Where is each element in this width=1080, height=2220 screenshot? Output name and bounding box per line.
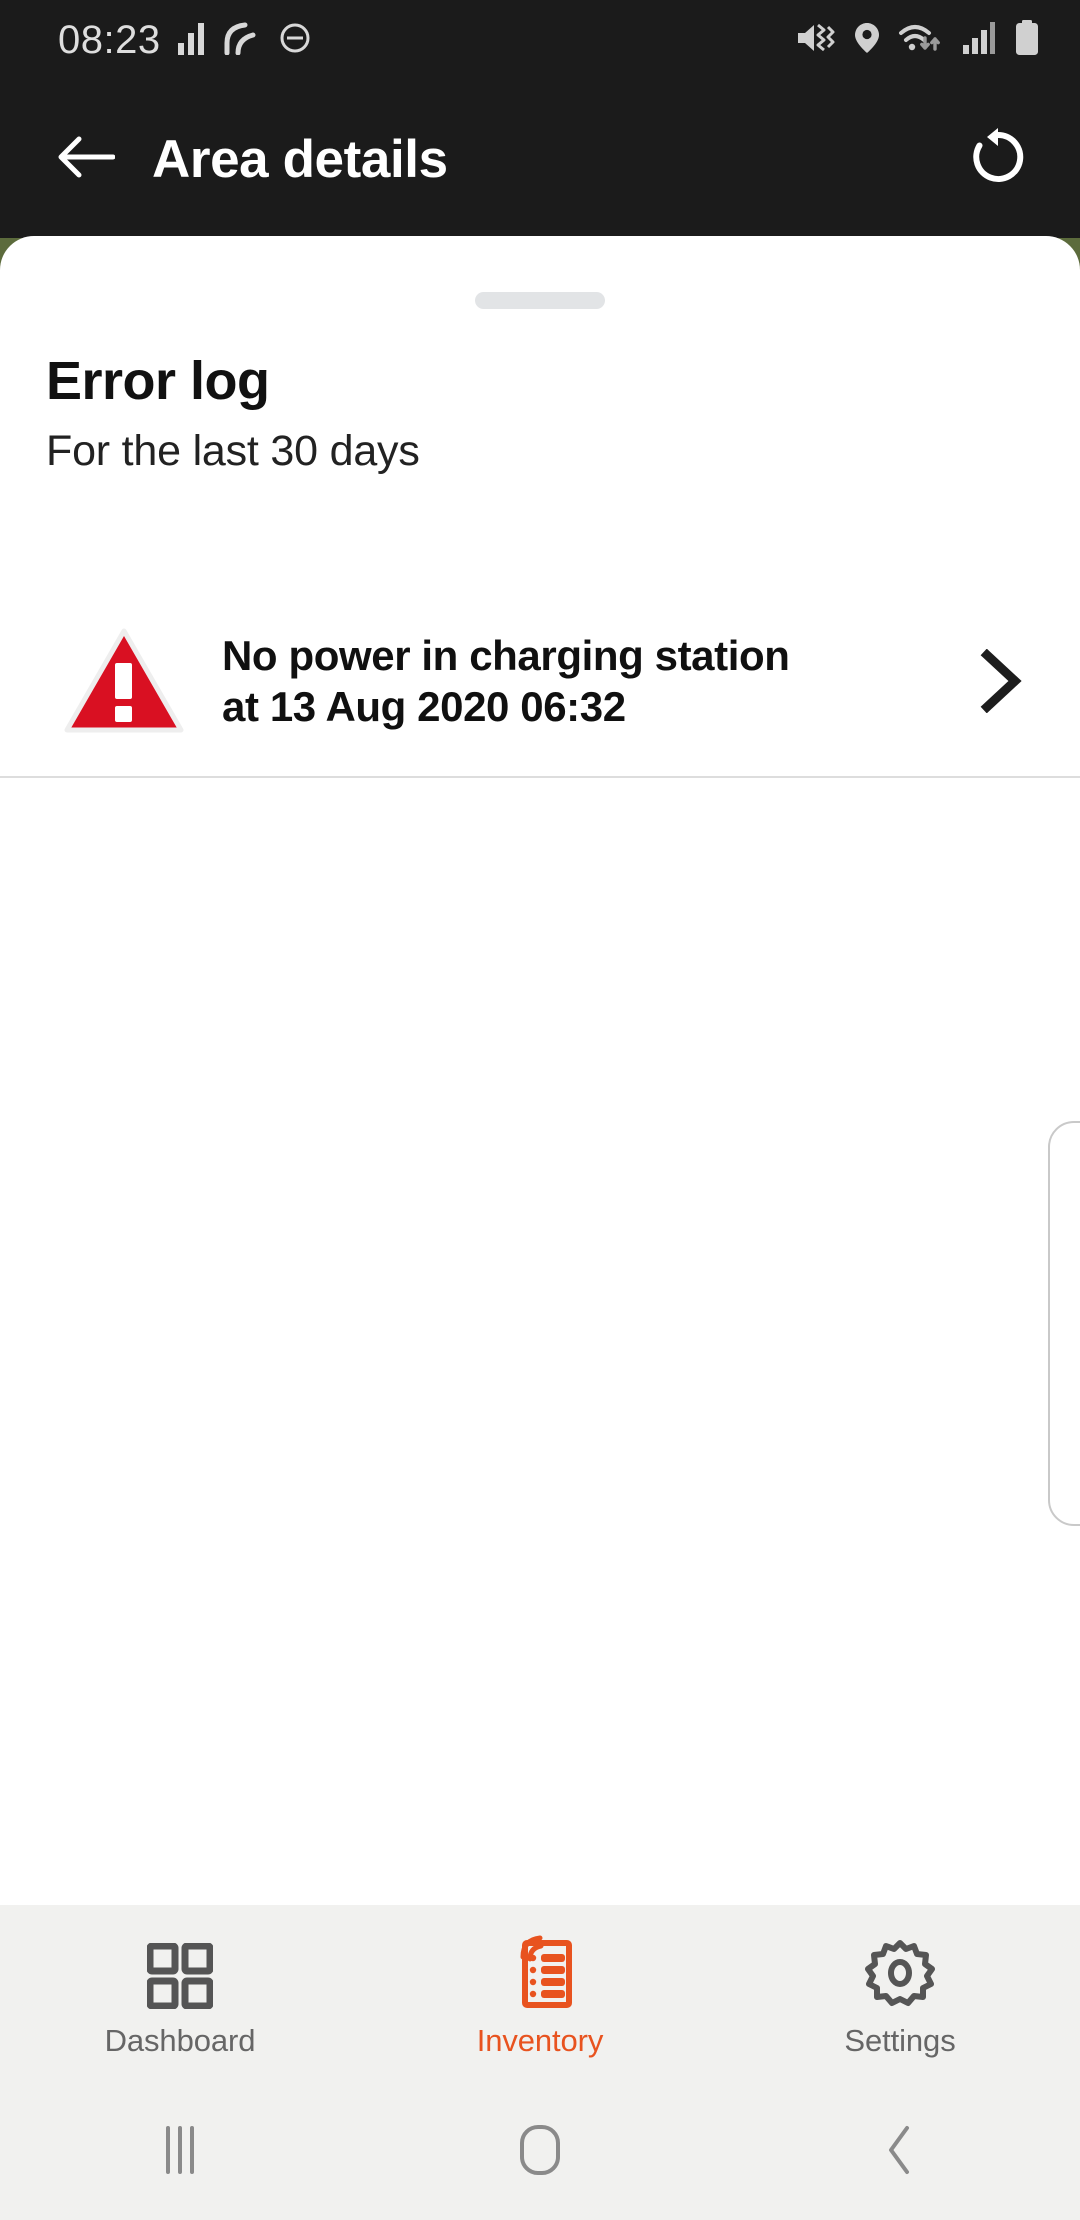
warning-triangle-icon (48, 627, 200, 735)
android-nav-bar (0, 2085, 1080, 2220)
page-title: Area details (152, 129, 448, 189)
do-not-disturb-icon (279, 22, 311, 59)
bottom-tab-bar: Dashboard Inventory Settings (0, 1905, 1080, 2085)
home-button[interactable] (360, 2123, 720, 2182)
recents-button[interactable] (0, 2124, 360, 2181)
list-divider (0, 776, 1080, 778)
error-log-subtitle: For the last 30 days (46, 426, 420, 475)
grid-dashboard-icon (147, 1931, 213, 2009)
tab-settings-label: Settings (844, 2023, 956, 2058)
recents-icon (157, 2124, 203, 2181)
offscreen-card-edge (1048, 1121, 1080, 1526)
drag-handle[interactable] (475, 292, 605, 309)
nav-back-button[interactable] (720, 2124, 1080, 2181)
tab-dashboard[interactable]: Dashboard (0, 1905, 360, 2085)
battery-icon (1014, 19, 1040, 61)
back-button[interactable] (48, 121, 124, 197)
bottom-sheet: Error log For the last 30 days No power … (0, 236, 1080, 1905)
tab-inventory[interactable]: Inventory (360, 1905, 720, 2085)
signal-bars-icon (177, 21, 207, 60)
tab-settings[interactable]: Settings (720, 1905, 1080, 2085)
error-log-title: Error log (46, 351, 270, 411)
nav-back-icon (882, 2124, 918, 2181)
rotate-counterclockwise-icon (967, 126, 1029, 193)
app-bar: Area details (0, 80, 1080, 238)
location-pin-icon (854, 21, 880, 60)
status-bar: 08:23 (0, 0, 1080, 80)
sheet-header: Error log For the last 30 days (46, 353, 420, 476)
status-bar-left: 08:23 (58, 18, 311, 63)
status-clock: 08:23 (58, 17, 161, 62)
gear-icon (865, 1931, 935, 2009)
chevron-right-icon[interactable] (968, 649, 1032, 713)
home-icon (517, 2123, 563, 2182)
mute-vibrate-icon (794, 21, 836, 60)
phone-screen: 08:23 Area details Error log For the las… (0, 0, 1080, 2220)
inventory-list-icon (503, 1931, 577, 2009)
network-arc-icon (223, 21, 263, 60)
arrow-left-icon (57, 133, 116, 186)
error-message: No power in charging station at 13 Aug 2… (222, 631, 790, 730)
wifi-transfer-icon (898, 21, 944, 60)
refresh-button[interactable] (958, 119, 1038, 199)
status-bar-right (794, 19, 1040, 61)
cellular-signal-icon (962, 21, 996, 60)
error-log-item[interactable]: No power in charging station at 13 Aug 2… (0, 586, 1080, 776)
tab-inventory-label: Inventory (476, 2023, 604, 2058)
tab-dashboard-label: Dashboard (104, 2023, 256, 2058)
